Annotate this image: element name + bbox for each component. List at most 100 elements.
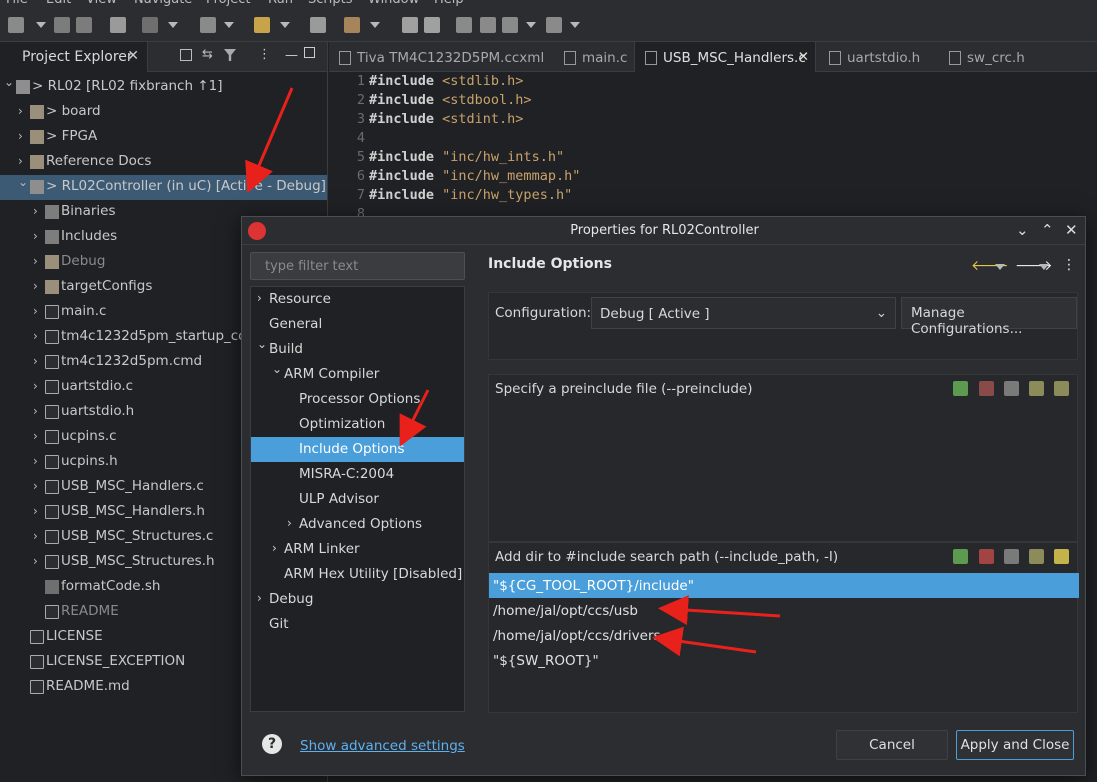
nav-item[interactable]: ⌄ ARM Compiler (251, 362, 464, 387)
editor-tab[interactable]: Tiva TM4C1232D5PM.ccxml (329, 42, 544, 72)
tree-item[interactable]: › > board (0, 100, 327, 125)
editor-tab[interactable]: main.c (554, 42, 627, 72)
forward-icon[interactable] (546, 17, 562, 33)
chevron-right-icon[interactable]: › (272, 541, 277, 555)
menu-item[interactable]: Edit (46, 0, 71, 7)
menu-item[interactable]: File (6, 0, 28, 7)
chevron-right-icon[interactable]: › (33, 354, 38, 368)
minimize-icon[interactable]: — (285, 48, 298, 63)
nav-item[interactable]: › Resource (251, 287, 464, 312)
chevron-down-icon[interactable] (280, 22, 290, 28)
chevron-right-icon[interactable]: › (33, 504, 38, 518)
minimize-icon[interactable]: ⌄ (1016, 221, 1029, 239)
filter-icon[interactable] (224, 49, 236, 61)
tree-item[interactable]: › > FPGA (0, 125, 327, 150)
maximize-icon[interactable]: ⌃ (1041, 221, 1054, 239)
menu-item[interactable]: View (86, 0, 117, 7)
close-icon[interactable]: ✕ (1065, 221, 1078, 239)
search-icon[interactable] (310, 17, 326, 33)
brush-icon[interactable] (344, 17, 360, 33)
new-icon[interactable] (8, 17, 24, 33)
view-menu-icon[interactable]: ⋮ (258, 47, 271, 62)
menu-item[interactable]: Help (434, 0, 464, 7)
link-editor-icon[interactable]: ⇆ (202, 47, 213, 62)
chevron-right-icon[interactable]: › (33, 554, 38, 568)
cancel-button[interactable]: Cancel (836, 730, 948, 760)
forward-dropdown-icon[interactable] (1039, 264, 1049, 270)
nav-item[interactable]: › ARM Linker (251, 537, 464, 562)
configuration-select[interactable]: Debug [ Active ] ⌄ (591, 297, 896, 329)
include-path-item[interactable]: "${SW_ROOT}" (489, 648, 1079, 673)
nav-item[interactable]: › Advanced Options (251, 512, 464, 537)
close-icon[interactable]: ✕ (798, 49, 809, 65)
chevron-down-icon[interactable] (370, 22, 380, 28)
nav-item[interactable]: General (251, 312, 464, 337)
chevron-down-icon[interactable]: ⌄ (4, 75, 14, 89)
edit-icon[interactable] (1003, 549, 1019, 564)
move-up-icon[interactable] (1028, 549, 1044, 564)
chevron-right-icon[interactable]: › (33, 379, 38, 393)
tree-item[interactable]: ⌄ > RL02 [RL02 fixbranch ↑1] (0, 75, 327, 100)
chevron-right-icon[interactable]: › (18, 154, 23, 168)
chevron-down-icon[interactable]: ⌄ (272, 362, 282, 376)
collapse-all-icon[interactable] (180, 49, 192, 61)
chevron-right-icon[interactable]: › (18, 129, 23, 143)
chevron-down-icon[interactable]: ⌄ (18, 175, 28, 189)
chevron-down-icon[interactable] (570, 22, 580, 28)
chevron-right-icon[interactable]: › (287, 516, 292, 530)
apply-and-close-button[interactable]: Apply and Close (956, 730, 1074, 760)
show-advanced-settings-link[interactable]: Show advanced settings (300, 738, 465, 754)
flash-icon[interactable] (200, 17, 216, 33)
chevron-right-icon[interactable]: › (33, 254, 38, 268)
add-icon[interactable] (953, 549, 969, 564)
chevron-down-icon[interactable] (168, 22, 178, 28)
menu-item[interactable]: Project (206, 0, 250, 7)
back-dropdown-icon[interactable] (995, 264, 1005, 270)
prev-annotation-icon[interactable] (424, 17, 440, 33)
delete-icon[interactable] (978, 381, 994, 396)
include-path-item[interactable]: /home/jal/opt/ccs/drivers (489, 623, 1079, 648)
editor-tab[interactable]: USB_MSC_Handlers.c ✕ (634, 42, 816, 72)
nav-item[interactable]: Optimization (251, 412, 464, 437)
chevron-right-icon[interactable]: › (33, 529, 38, 543)
maximize-icon[interactable] (304, 47, 315, 58)
chevron-right-icon[interactable]: › (18, 104, 23, 118)
menu-item[interactable]: Scripts (308, 0, 352, 7)
debug-icon[interactable] (142, 17, 158, 33)
nav-item[interactable]: › Debug (251, 587, 464, 612)
nav-item[interactable]: ARM Hex Utility [Disabled] (251, 562, 464, 587)
chevron-right-icon[interactable]: › (33, 429, 38, 443)
tree-item[interactable]: › Reference Docs (0, 150, 327, 175)
move-down-icon[interactable] (1054, 381, 1069, 396)
help-icon[interactable]: ? (262, 734, 282, 754)
next-annotation-icon[interactable] (402, 17, 418, 33)
menu-icon[interactable]: ⋮ (1062, 257, 1076, 273)
chevron-right-icon[interactable]: › (33, 279, 38, 293)
chevron-right-icon[interactable]: › (33, 329, 38, 343)
back-icon[interactable] (480, 17, 496, 33)
menu-item[interactable]: Window (368, 0, 419, 7)
add-icon[interactable] (953, 381, 969, 396)
chevron-right-icon[interactable]: › (33, 479, 38, 493)
last-edit-icon[interactable] (456, 17, 472, 33)
edit-icon[interactable] (1003, 381, 1019, 396)
delete-icon[interactable] (978, 549, 994, 564)
tree-item[interactable]: ⌄ > RL02Controller (in uC) [Active - Debu… (0, 175, 327, 200)
nav-item[interactable]: ⌄ Build (251, 337, 464, 362)
include-path-item[interactable]: "${CG_TOOL_ROOT}/include" (489, 573, 1079, 598)
tab-project-explorer[interactable]: Project Explorer ✕ (0, 42, 148, 72)
chevron-right-icon[interactable]: › (33, 404, 38, 418)
chevron-right-icon[interactable]: › (33, 204, 38, 218)
chevron-right-icon[interactable]: › (33, 229, 38, 243)
chevron-right-icon[interactable]: › (257, 291, 262, 305)
move-down-icon[interactable] (1054, 549, 1069, 564)
chevron-down-icon[interactable] (526, 22, 536, 28)
filter-input[interactable]: type filter text (250, 252, 465, 280)
chevron-right-icon[interactable]: › (257, 591, 262, 605)
build-icon[interactable] (110, 17, 126, 33)
editor-tab[interactable]: uartstdio.h (819, 42, 920, 72)
nav-item[interactable]: Git (251, 612, 464, 637)
save-icon[interactable] (54, 17, 70, 33)
editor-tab[interactable]: sw_crc.h (939, 42, 1025, 72)
chevron-down-icon[interactable] (224, 22, 234, 28)
